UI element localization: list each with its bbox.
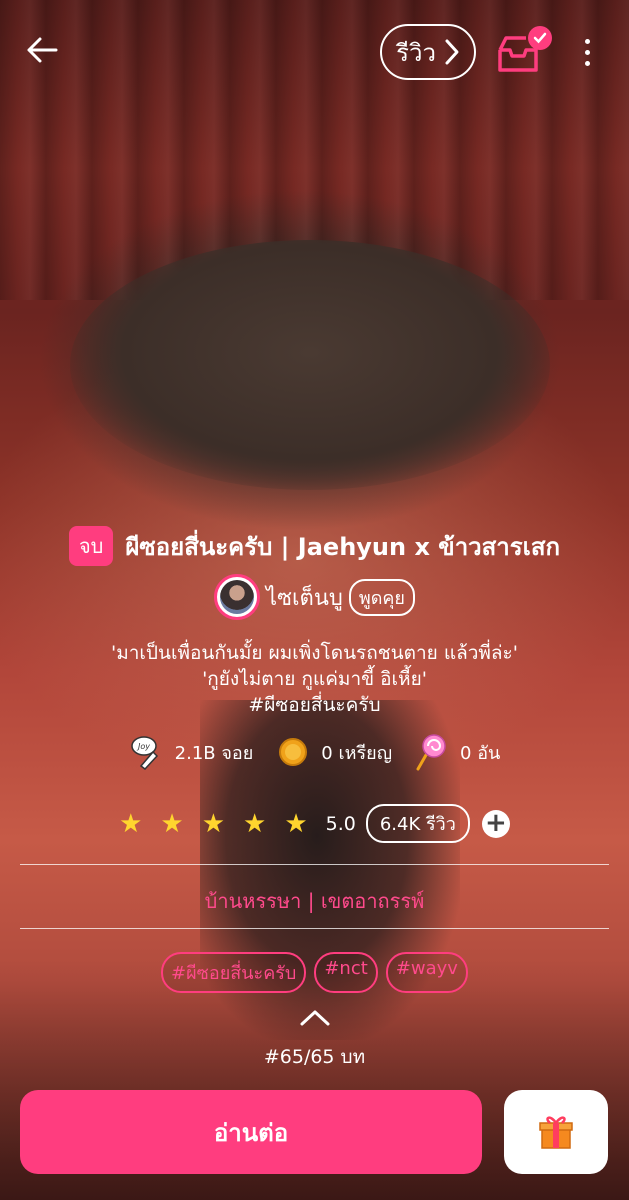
star-rating: ★ ★ ★ ★ ★ — [119, 811, 308, 837]
inbox-button[interactable] — [496, 26, 552, 76]
more-vertical-icon-dot — [584, 60, 590, 66]
divider — [20, 864, 609, 865]
star-icon: ★ — [160, 808, 184, 839]
synopsis-line: 'กูยังไม่ตาย กูแค่มาขี้ อิเหี้ย' — [202, 668, 427, 690]
svg-text:Joy: Joy — [136, 742, 150, 751]
tag-chip[interactable]: #wayv — [385, 952, 468, 993]
more-vertical-icon-dot — [584, 49, 590, 55]
more-options-button[interactable] — [572, 30, 602, 74]
tag-chip[interactable]: #nct — [314, 952, 378, 993]
avatar-image — [220, 580, 255, 614]
star-icon: ★ — [284, 808, 308, 839]
author-row: ไซเต็นบู พูดคุย — [0, 574, 629, 620]
arrow-left-icon — [27, 37, 58, 63]
rating-row: ★ ★ ★ ★ ★ 5.0 6.4K รีวิว + — [0, 804, 629, 843]
chat-button[interactable]: พูดคุย — [348, 578, 415, 616]
genre-primary[interactable]: บ้านหรรษา — [205, 889, 302, 913]
story-title: ผีซอยสี่นะครับ | Jaehyun x ข้าวสารเสก — [125, 532, 561, 561]
joy-stat: Joy 2.1B จอย — [129, 734, 254, 770]
title-row: จบ ผีซอยสี่นะครับ | Jaehyun x ข้าวสารเสก — [0, 526, 629, 566]
collapse-button[interactable] — [295, 1004, 335, 1032]
joy-count: 2.1B จอย — [174, 742, 254, 764]
coin-stat: 0 เหรียญ — [275, 734, 392, 770]
coin-icon — [275, 734, 311, 770]
chevron-up-icon — [300, 1010, 330, 1026]
continue-reading-button[interactable]: อ่านต่อ — [20, 1090, 482, 1174]
synopsis-line: 'มาเป็นเพื่อนกันมั้ย ผมเพิ่งโดนรถชนตาย แ… — [111, 642, 518, 664]
review-count-button[interactable]: 6.4K รีวิว — [365, 804, 470, 843]
star-icon: ★ — [201, 808, 226, 839]
genre-separator: | — [307, 889, 315, 913]
gift-icon — [539, 1116, 573, 1149]
synopsis-line: #ผีซอยสี่นะครับ — [248, 694, 381, 716]
author-name[interactable]: ไซเต็นบู — [266, 580, 343, 615]
tag-chip[interactable]: #ผีซอยสี่นะครับ — [161, 952, 307, 993]
genre-row: บ้านหรรษา | เขตอาถรรพ์ — [0, 885, 629, 917]
star-icon: ★ — [243, 808, 267, 839]
stats-row: Joy 2.1B จอย 0 เหรียญ 0 อัน — [0, 734, 629, 771]
status-badge: จบ — [68, 526, 114, 566]
story-detail-screen: รีวิว จบ ผีซอยสี่นะครับ | Jaehyun x ข้าว… — [0, 0, 629, 1200]
lollipop-icon — [414, 734, 450, 771]
lollipop-count: 0 อัน — [460, 742, 501, 764]
back-button[interactable] — [22, 30, 62, 70]
review-button[interactable]: รีวิว — [380, 24, 476, 80]
lollipop-stat: 0 อัน — [414, 734, 501, 771]
coin-count: 0 เหรียญ — [321, 742, 393, 764]
genre-secondary[interactable]: เขตอาถรรพ์ — [321, 889, 425, 913]
review-button-label: รีวิว — [396, 38, 436, 67]
joy-icon: Joy — [129, 734, 165, 770]
chevron-right-icon — [445, 39, 459, 65]
more-vertical-icon-dot — [584, 38, 590, 44]
inbox-badge — [528, 26, 552, 50]
episode-count: #65/65 บท — [263, 1046, 366, 1068]
background-figure — [70, 240, 550, 490]
tag-list: #ผีซอยสี่นะครับ #nct #wayv — [0, 952, 629, 993]
synopsis: 'มาเป็นเพื่อนกันมั้ย ผมเพิ่งโดนรถชนตาย แ… — [20, 640, 609, 718]
avatar[interactable] — [214, 574, 261, 620]
gift-button[interactable] — [504, 1090, 608, 1174]
add-review-button[interactable]: + — [481, 807, 510, 838]
rating-value: 5.0 — [325, 812, 356, 835]
divider — [20, 928, 609, 929]
star-icon: ★ — [119, 808, 143, 839]
check-icon — [533, 32, 547, 44]
plus-icon: + — [485, 807, 507, 838]
